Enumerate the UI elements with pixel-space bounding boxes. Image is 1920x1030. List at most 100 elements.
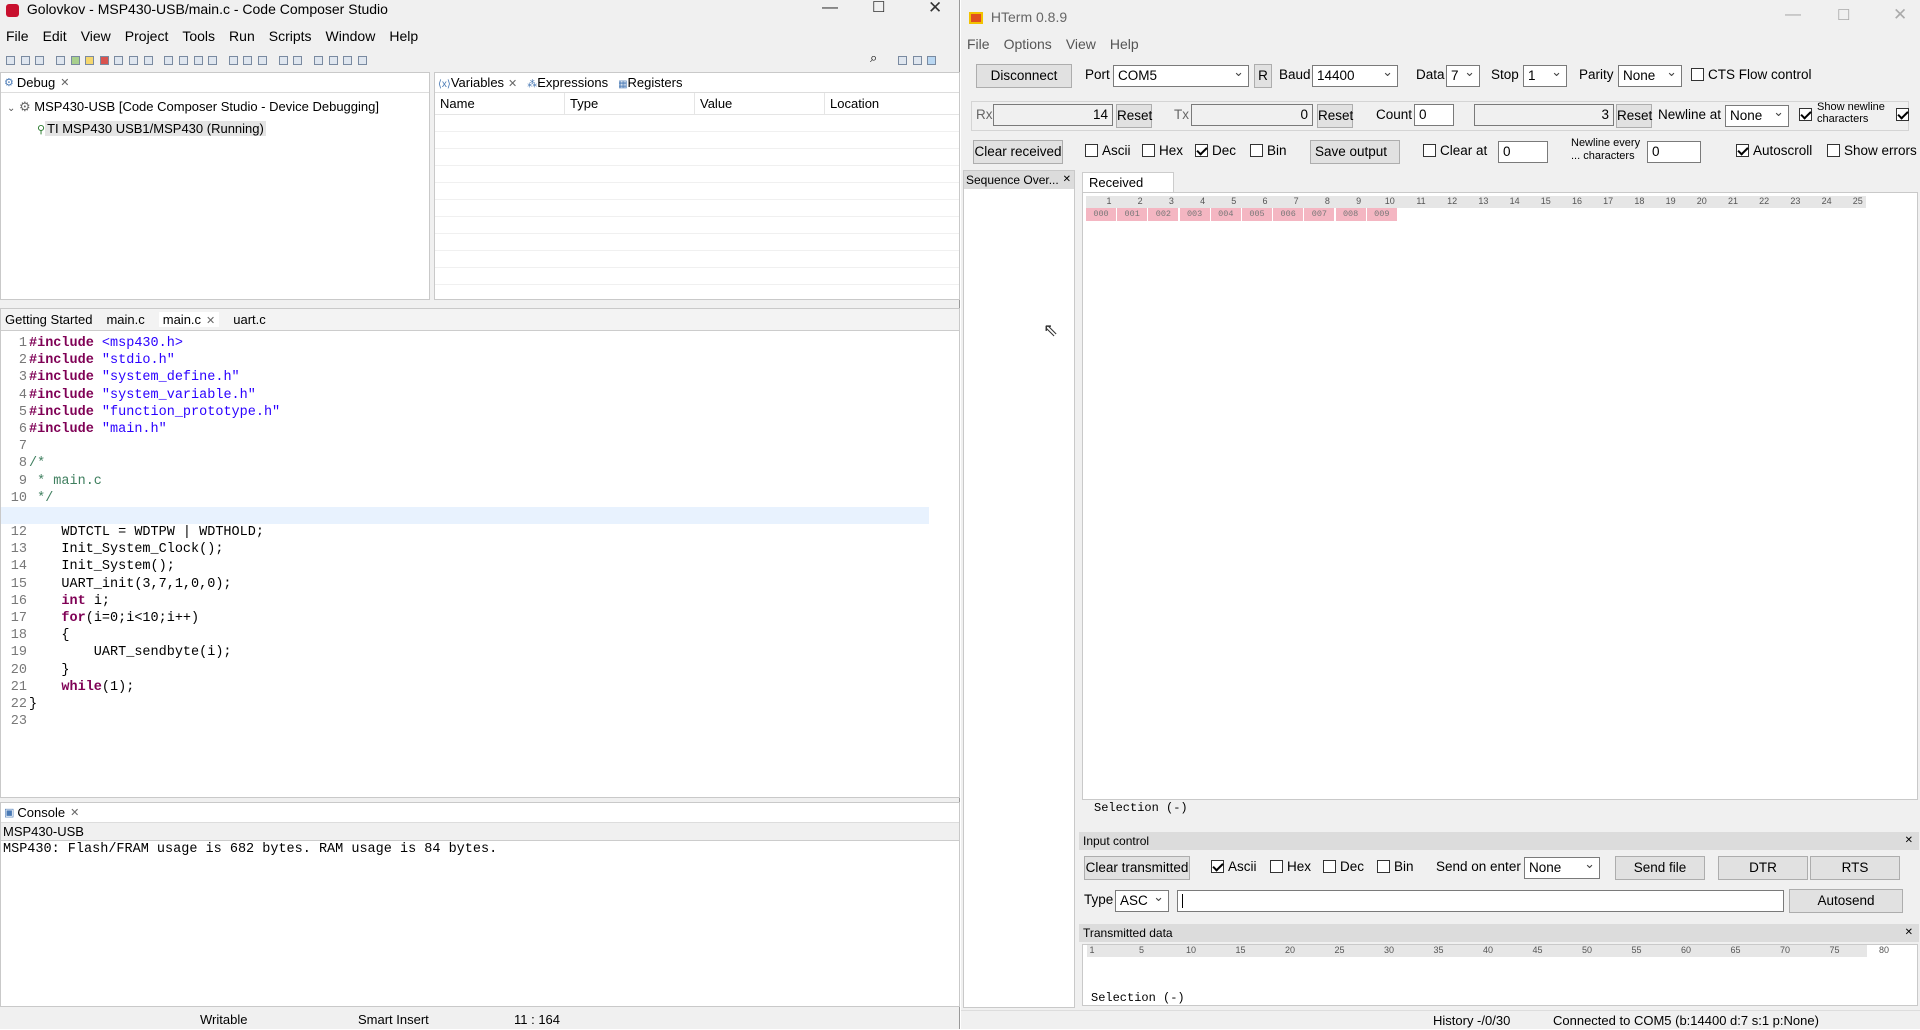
console-tab[interactable]: ▣ Console ✕ — [1, 803, 959, 823]
code-line[interactable]: 6 #include "main.h" — [1, 421, 931, 438]
code-line[interactable]: 5 #include "function_prototype.h" — [1, 404, 931, 421]
hterm-menu-options[interactable]: Options — [1004, 36, 1052, 52]
column-name[interactable]: Name — [435, 93, 565, 114]
rx-reset-button[interactable]: Reset — [1116, 104, 1152, 128]
menu-view[interactable]: View — [81, 28, 111, 44]
port-select[interactable]: COM5 — [1113, 62, 1249, 87]
code-line[interactable]: 16 int i; — [1, 593, 931, 610]
code-line[interactable]: 15 UART_init(3,7,1,0,0); — [1, 576, 931, 593]
clear-received-button[interactable]: Clear received — [973, 140, 1063, 164]
menu-edit[interactable]: Edit — [43, 28, 67, 44]
breakpoint-icon[interactable] — [208, 56, 218, 66]
debug-target-node[interactable]: ⚲ TI MSP430 USB1/MSP430 (Running) — [7, 119, 429, 140]
tab-expressions[interactable]: ⁂Expressions — [527, 75, 608, 90]
menu-window[interactable]: Window — [326, 28, 376, 44]
code-line[interactable]: 8/* — [1, 455, 931, 472]
flash-icon[interactable] — [243, 56, 253, 66]
show-newline-checkbox[interactable] — [1799, 104, 1816, 126]
code-line[interactable]: 2 #include "stdio.h" — [1, 352, 931, 369]
run-config-icon[interactable] — [278, 56, 288, 66]
variables-close-icon[interactable]: ✕ — [508, 78, 517, 90]
code-line[interactable]: 21 while(1); — [1, 679, 931, 696]
code-line[interactable]: 7 — [1, 438, 931, 455]
code-line[interactable]: 20 } — [1, 662, 931, 679]
open-type-icon[interactable] — [313, 56, 323, 66]
ccs-close-button[interactable]: ✕ — [928, 0, 942, 17]
code-line[interactable]: 18 { — [1, 627, 931, 644]
menu-run[interactable]: Run — [229, 28, 255, 44]
received-byte[interactable]: 001 — [1117, 208, 1148, 221]
menu-tools[interactable]: Tools — [182, 28, 215, 44]
ccs-edit-perspective-icon[interactable] — [912, 56, 922, 66]
menu-file[interactable]: File — [6, 28, 29, 44]
received-byte[interactable]: 004 — [1210, 208, 1241, 221]
restart-icon[interactable] — [164, 56, 174, 66]
tx-bin-checkbox[interactable]: Bin — [1377, 856, 1414, 878]
code-line[interactable]: 1 #include <msp430.h> — [1, 335, 931, 352]
code-line[interactable]: 22} — [1, 696, 931, 713]
ccs-maximize-button[interactable]: ☐ — [872, 0, 885, 16]
menu-project[interactable]: Project — [125, 28, 169, 44]
menu-help[interactable]: Help — [389, 28, 418, 44]
debug-session-node[interactable]: ⌄ ⚙ MSP430-USB [Code Composer Studio - D… — [7, 97, 429, 119]
column-value[interactable]: Value — [695, 93, 825, 114]
tab-registers[interactable]: ▦Registers — [618, 75, 682, 90]
resume-icon[interactable] — [70, 56, 80, 66]
code-line[interactable]: 4 #include "system_variable.h" — [1, 387, 931, 404]
rts-button[interactable]: RTS — [1810, 856, 1900, 880]
received-data-tab[interactable]: Received Data — [1082, 172, 1174, 210]
external-tools-icon[interactable] — [293, 56, 303, 66]
hterm-menu-help[interactable]: Help — [1110, 36, 1139, 52]
transmitted-close-icon[interactable]: ✕ — [1905, 924, 1913, 942]
tab-main-c-1[interactable]: main.c — [106, 312, 144, 327]
tab-uart-c[interactable]: uart.c — [233, 312, 266, 327]
code-line[interactable]: 14 Init_System(); — [1, 558, 931, 575]
save-all-icon[interactable] — [35, 56, 45, 66]
rx-ascii-checkbox[interactable]: Ascii — [1085, 140, 1131, 162]
rx-bin-checkbox[interactable]: Bin — [1250, 140, 1287, 162]
received-byte[interactable]: 005 — [1242, 208, 1272, 221]
search-icon[interactable]: ⌕ — [870, 50, 877, 66]
received-byte[interactable]: 002 — [1148, 208, 1179, 221]
terminate-icon[interactable] — [99, 56, 109, 66]
collapse-icon[interactable]: ⌄ — [7, 103, 15, 114]
rx-dec-checkbox[interactable]: Dec — [1195, 140, 1236, 162]
build-icon[interactable] — [228, 56, 238, 66]
reset-icon[interactable] — [178, 56, 188, 66]
type-select[interactable]: ASC — [1115, 887, 1169, 912]
ccs-debug-perspective-icon[interactable] — [927, 56, 937, 66]
show-errors-checkbox[interactable]: Show errors — [1827, 140, 1917, 162]
rx-hex-checkbox[interactable]: Hex — [1142, 140, 1183, 162]
editor-vertical-scrollbar[interactable] — [941, 335, 955, 745]
code-line[interactable]: 9 * main.c — [1, 473, 931, 490]
save-icon[interactable] — [20, 56, 30, 66]
send-file-button[interactable]: Send file — [1615, 856, 1705, 880]
sequence-overview-tab[interactable]: Sequence Over... ✕ — [964, 171, 1074, 189]
tab-main-c-active[interactable]: main.c ✕ — [158, 312, 220, 327]
code-editor[interactable]: 1 #include <msp430.h> 2 #include "stdio.h" 3… — [1, 335, 931, 730]
autosend-button[interactable]: Autosend — [1789, 889, 1903, 913]
count-reset-button[interactable]: Reset — [1616, 104, 1652, 128]
connect-icon[interactable] — [258, 56, 267, 66]
code-line[interactable]: 12 WDTCTL = WDTPW | WDTHOLD; — [1, 524, 931, 541]
step-over-icon[interactable] — [129, 56, 138, 66]
code-line[interactable]: 10 */ — [1, 490, 931, 507]
clear-transmitted-button[interactable]: Clear transmitted — [1084, 856, 1190, 880]
debug-tab-close-icon[interactable]: ✕ — [60, 76, 69, 89]
stop-bits-select[interactable]: 1 — [1523, 62, 1567, 87]
code-line[interactable]: 19 UART_sendbyte(i); — [1, 644, 931, 661]
received-byte[interactable]: 007 — [1304, 208, 1335, 221]
new-icon[interactable] — [6, 56, 15, 66]
tx-hex-checkbox[interactable]: Hex — [1270, 856, 1311, 878]
debug-icon[interactable] — [55, 56, 65, 66]
hterm-maximize-button[interactable]: ☐ — [1837, 6, 1850, 24]
code-line[interactable]: 17 for(i=0;i<10;i++) — [1, 610, 931, 627]
dtr-button[interactable]: DTR — [1718, 856, 1808, 880]
hterm-minimize-button[interactable]: — — [1785, 6, 1801, 24]
clear-at-checkbox[interactable]: Clear at — [1423, 140, 1487, 162]
disconnect-button[interactable]: Disconnect — [976, 64, 1072, 88]
menu-scripts[interactable]: Scripts — [269, 28, 312, 44]
received-byte[interactable]: 009 — [1366, 208, 1397, 221]
send-input[interactable] — [1177, 890, 1784, 912]
console-close-icon[interactable]: ✕ — [70, 806, 79, 819]
